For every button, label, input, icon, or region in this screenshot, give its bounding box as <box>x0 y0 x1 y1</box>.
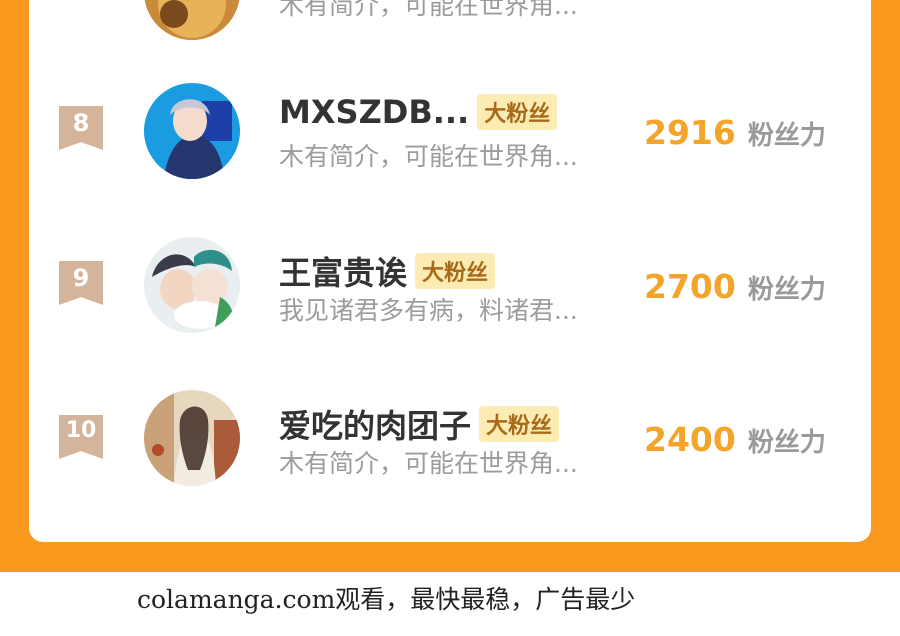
user-name[interactable]: MXSZDB... <box>279 93 469 131</box>
rank-ribbon: 9 <box>59 261 103 305</box>
avatar[interactable] <box>144 390 240 486</box>
rank-ribbon: 8 <box>59 106 103 150</box>
user-name[interactable]: 王富贵诶 <box>279 248 407 294</box>
fan-power-score: 2916 <box>644 113 736 152</box>
fan-level-badge: 大粉丝 <box>479 406 560 442</box>
avatar[interactable] <box>144 0 240 40</box>
user-name[interactable]: 爱吃的肉团子 <box>279 401 471 447</box>
list-item[interactable]: 10 爱吃的肉团子 大粉丝 木有简介，可能在世界角... 2400 粉丝力 <box>29 390 871 502</box>
ranking-card: 木有简介，可能在世界角... 8 MXSZDB... 大粉丝 木有简介，可能在世… <box>29 0 871 542</box>
fan-power-score: 2400 <box>644 420 736 459</box>
fan-power-score: 2700 <box>644 267 736 306</box>
fan-power-label: 粉丝力 <box>747 121 826 151</box>
fan-power-label: 粉丝力 <box>747 275 826 305</box>
avatar[interactable] <box>144 237 240 333</box>
user-bio: 木有简介，可能在世界角... <box>279 142 578 171</box>
user-bio: 我见诸君多有病，料诸君... <box>279 296 578 325</box>
user-bio: 木有简介，可能在世界角... <box>279 0 578 20</box>
rank-ribbon: 10 <box>59 415 103 459</box>
avatar[interactable] <box>144 83 240 179</box>
fan-power-label: 粉丝力 <box>747 428 826 458</box>
list-item[interactable]: 9 王富贵诶 大粉丝 我见诸君多有病，料诸君... 2700 粉丝力 <box>29 237 871 349</box>
fan-level-badge: 大粉丝 <box>477 94 558 130</box>
list-item[interactable]: 8 MXSZDB... 大粉丝 木有简介，可能在世界角... 2916 粉丝力 <box>29 83 871 195</box>
site-watermark: colamanga.com观看，最快最稳，广告最少 <box>137 585 636 614</box>
user-bio: 木有简介，可能在世界角... <box>279 449 578 478</box>
fan-level-badge: 大粉丝 <box>415 253 496 289</box>
list-item-partial[interactable]: 木有简介，可能在世界角... <box>29 0 871 60</box>
